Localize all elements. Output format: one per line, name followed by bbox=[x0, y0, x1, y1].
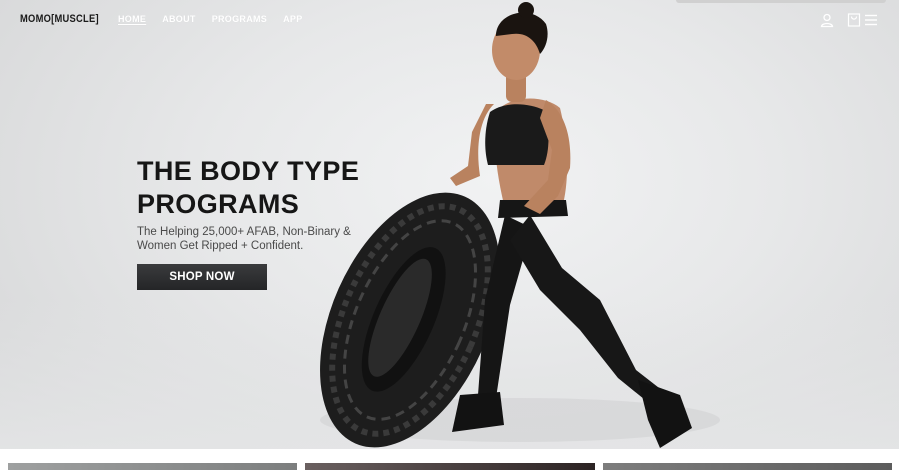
hero-section bbox=[0, 0, 899, 449]
shop-now-button[interactable]: SHOP NOW bbox=[137, 264, 267, 290]
menu-icon[interactable] bbox=[863, 12, 879, 28]
hero-image-athlete-tire bbox=[320, 2, 720, 448]
account-icon[interactable] bbox=[819, 12, 835, 28]
hero-subhead: The Helping 25,000+ AFAB, Non-Binary & W… bbox=[137, 226, 351, 252]
nav-link-about[interactable]: ABOUT bbox=[162, 14, 196, 24]
cart-icon[interactable] bbox=[846, 12, 862, 28]
program-card-2[interactable] bbox=[305, 463, 595, 470]
program-card-1[interactable] bbox=[8, 463, 297, 470]
program-card-3[interactable] bbox=[603, 463, 892, 470]
nav-links: HOME ABOUT PROGRAMS APP bbox=[118, 14, 303, 24]
hero-headline-line1: THE BODY TYPE bbox=[137, 156, 360, 186]
top-edge-strip bbox=[676, 0, 886, 3]
brand-logo[interactable]: MOMO[MUSCLE] bbox=[20, 13, 99, 25]
nav-link-app[interactable]: APP bbox=[283, 14, 302, 24]
top-navigation: MOMO[MUSCLE] HOME ABOUT PROGRAMS APP bbox=[0, 0, 899, 40]
hero-headline-line2: PROGRAMS bbox=[137, 189, 300, 219]
nav-link-programs[interactable]: PROGRAMS bbox=[212, 14, 267, 24]
hero-headline: THE BODY TYPE PROGRAMS bbox=[137, 155, 437, 221]
nav-link-home[interactable]: HOME bbox=[118, 14, 146, 24]
